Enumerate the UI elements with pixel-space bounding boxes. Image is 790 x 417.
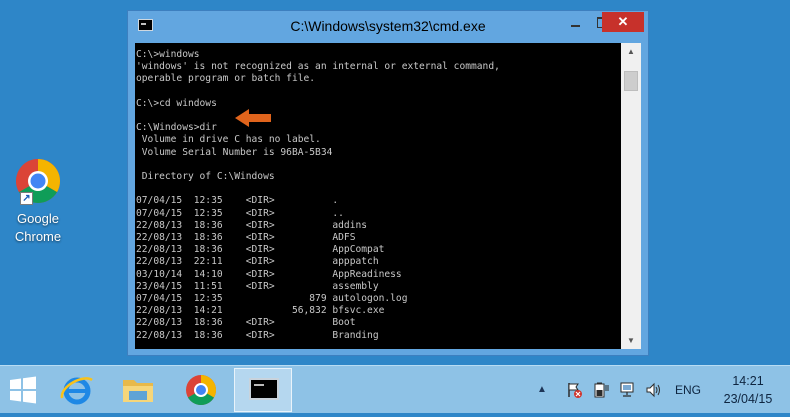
taskbar-file-explorer[interactable] [115, 368, 161, 412]
console-line: 03/10/14 14:10 <DIR> AppReadiness [136, 268, 402, 280]
clock-time: 14:21 [732, 374, 764, 388]
close-button[interactable]: ✕ [602, 12, 644, 32]
console-line: Directory of C:\Windows [136, 171, 275, 183]
console-output[interactable]: C:\>windows 'windows' is not recognized … [135, 43, 621, 349]
show-hidden-icons-button[interactable]: ▲ [537, 384, 547, 395]
console-line: 'windows' is not recognized as an intern… [136, 61, 500, 73]
desktop-shortcut-google-chrome[interactable]: ↗ Google Chrome [6, 158, 70, 246]
ie-icon [60, 377, 93, 405]
network-icon[interactable] [618, 381, 636, 399]
console-line: 22/08/13 18:36 <DIR> addins [136, 219, 368, 231]
cmd-window[interactable]: C:\Windows\system32\cmd.exe ✕ C:\>window… [127, 10, 649, 356]
console-line: 22/08/13 22:11 <DIR> apppatch [136, 256, 379, 268]
windows-logo-icon [10, 376, 36, 404]
cmd-icon [249, 378, 279, 400]
scrollbar-thumb[interactable] [624, 71, 638, 91]
taskbar-chrome[interactable] [178, 368, 224, 412]
console-line: Volume in drive C has no label. [136, 134, 321, 146]
desktop: ↗ Google Chrome C:\Windows\system32\cmd.… [0, 0, 790, 365]
console-text: C:\>windows 'windows' is not recognized … [135, 43, 621, 342]
chrome-icon [186, 375, 217, 406]
taskbar-internet-explorer[interactable] [54, 368, 100, 412]
taskbar-clock[interactable]: 14:21 23/04/15 [716, 372, 780, 408]
console-line: operable program or batch file. [136, 73, 316, 85]
taskbar: ▲ ENG 14:21 23/04/15 [0, 365, 790, 413]
battery-power-icon[interactable] [592, 381, 610, 399]
console-line: 22/08/13 14:21 56,832 bfsvc.exe [136, 305, 385, 317]
scroll-down-arrow-icon[interactable]: ▼ [621, 332, 641, 349]
console-line: 22/08/13 18:36 <DIR> Branding [136, 329, 379, 341]
start-button[interactable] [0, 368, 46, 412]
console-line: 22/08/13 18:36 <DIR> ADFS [136, 232, 356, 244]
console-line: 07/04/15 12:35 <DIR> . [136, 195, 339, 207]
volume-speaker-icon[interactable] [644, 381, 662, 399]
action-center-flag-icon[interactable] [565, 381, 583, 399]
folder-icon [123, 380, 153, 402]
shortcut-arrow-icon: ↗ [20, 192, 33, 205]
input-language-indicator[interactable]: ENG [675, 366, 701, 414]
window-titlebar[interactable]: C:\Windows\system32\cmd.exe ✕ [128, 11, 648, 41]
chrome-icon: ↗ [15, 158, 61, 205]
console-line: 22/08/13 18:36 <DIR> Boot [136, 317, 356, 329]
scroll-up-arrow-icon[interactable]: ▲ [621, 43, 641, 60]
annotation-arrow-icon [235, 109, 271, 127]
console-line: Volume Serial Number is 96BA-5B34 [136, 146, 333, 158]
console-line: C:\>windows [136, 49, 200, 60]
console-scrollbar[interactable]: ▲ ▼ [621, 43, 641, 349]
taskbar-command-prompt[interactable] [234, 368, 292, 412]
clock-date: 23/04/15 [723, 392, 773, 406]
console-line: 22/08/13 18:36 <DIR> AppCompat [136, 244, 385, 256]
console-line: 07/04/15 12:35 879 autologon.log [136, 293, 408, 305]
console-line: 23/04/15 11:51 <DIR> assembly [136, 280, 379, 292]
minimize-button[interactable] [562, 12, 589, 32]
desktop-icon-label: Google Chrome [14, 211, 62, 244]
console-line: C:\Windows>dir [136, 122, 217, 134]
console-line: C:\>cd windows [136, 97, 217, 109]
console-line: 07/04/15 12:35 <DIR> .. [136, 207, 344, 219]
